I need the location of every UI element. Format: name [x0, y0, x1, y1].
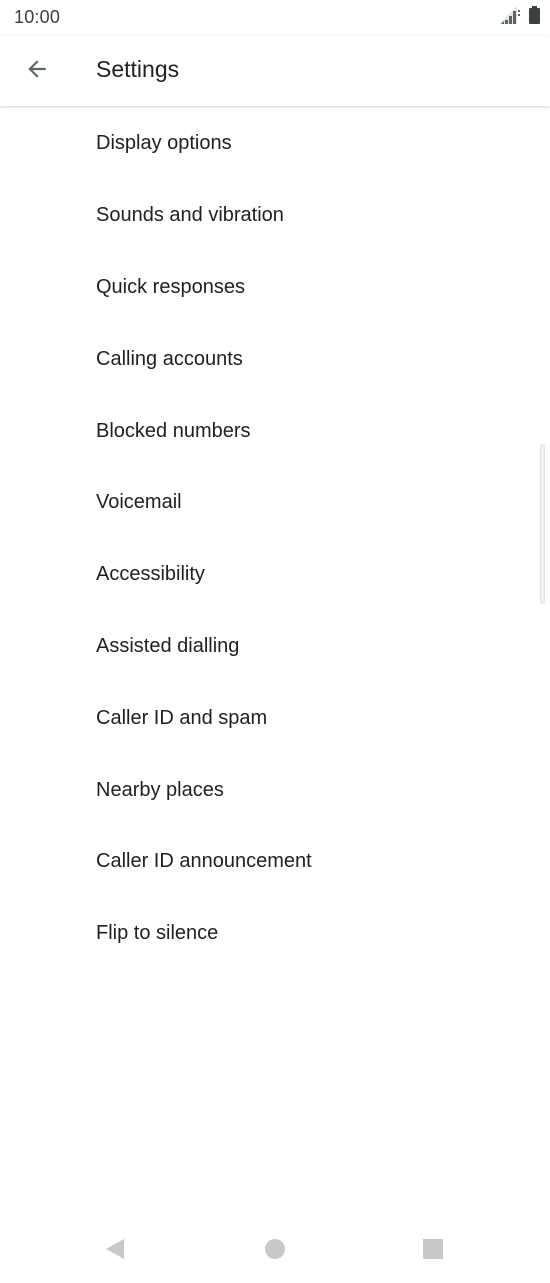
- settings-item-quick-responses[interactable]: Quick responses: [0, 252, 550, 324]
- status-time: 10:00: [14, 7, 61, 27]
- settings-item-assisted-dialling[interactable]: Assisted dialling: [0, 611, 550, 683]
- settings-item-label: Display options: [96, 132, 232, 155]
- settings-item-voicemail[interactable]: Voicemail: [0, 467, 550, 539]
- settings-item-caller-id-and-spam[interactable]: Caller ID and spam: [0, 682, 550, 754]
- nav-home-icon: [264, 1238, 286, 1265]
- nav-back-icon: [104, 1238, 126, 1265]
- settings-item-display-options[interactable]: Display options: [0, 108, 550, 180]
- settings-item-label: Nearby places: [96, 778, 224, 801]
- settings-item-label: Blocked numbers: [96, 419, 251, 442]
- navigation-bar: [0, 1219, 550, 1283]
- settings-item-calling-accounts[interactable]: Calling accounts: [0, 323, 550, 395]
- settings-item-label: Caller ID announcement: [96, 850, 312, 873]
- nav-home-button[interactable]: [255, 1231, 295, 1271]
- settings-item-blocked-numbers[interactable]: Blocked numbers: [0, 395, 550, 467]
- settings-item-caller-id-announcement[interactable]: Caller ID announcement: [0, 826, 550, 898]
- settings-item-label: Quick responses: [96, 275, 245, 298]
- settings-item-sounds-and-vibration[interactable]: Sounds and vibration: [0, 180, 550, 252]
- app-bar: Settings: [0, 36, 550, 106]
- nav-back-button[interactable]: [95, 1231, 135, 1271]
- settings-item-nearby-places[interactable]: Nearby places: [0, 754, 550, 826]
- status-bar: 10:00: [0, 0, 550, 36]
- arrow-back-icon: [24, 56, 50, 87]
- back-button[interactable]: [14, 48, 60, 94]
- settings-list: Display options Sounds and vibration Qui…: [0, 108, 550, 970]
- settings-item-label: Sounds and vibration: [96, 204, 284, 227]
- settings-item-label: Voicemail: [96, 491, 182, 514]
- page-title: Settings: [96, 56, 180, 82]
- settings-item-flip-to-silence[interactable]: Flip to silence: [0, 898, 550, 970]
- signal-icon: [499, 5, 521, 29]
- scrollbar[interactable]: [540, 444, 545, 604]
- nav-recents-icon: [422, 1238, 444, 1265]
- settings-item-label: Caller ID and spam: [96, 706, 268, 729]
- settings-item-label: Accessibility: [96, 563, 205, 586]
- settings-item-label: Calling accounts: [96, 347, 243, 370]
- status-icons: [499, 5, 540, 29]
- battery-icon: [529, 5, 540, 29]
- settings-item-label: Flip to silence: [96, 922, 219, 945]
- nav-recents-button[interactable]: [413, 1231, 453, 1271]
- settings-item-accessibility[interactable]: Accessibility: [0, 539, 550, 611]
- settings-item-label: Assisted dialling: [96, 634, 240, 657]
- settings-screen: 10:00 Settings Display options Sounds an…: [0, 0, 550, 1283]
